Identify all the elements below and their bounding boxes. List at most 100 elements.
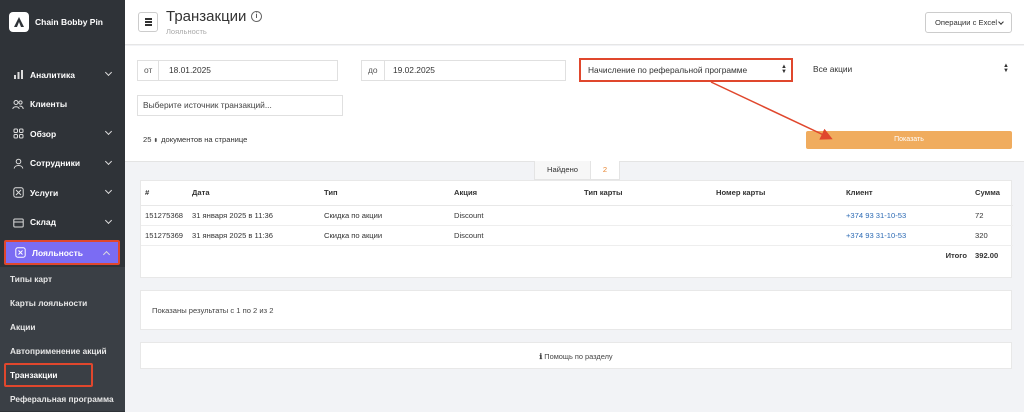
transactions-table: # Дата Тип Акция Тип карты Номер карты К… <box>141 181 1013 266</box>
column-header: Тип <box>320 181 450 206</box>
submenu-item-card-types[interactable]: Типы карт <box>0 267 125 291</box>
filters-panel: от 18.01.2025 до 19.02.2025 Начисление п… <box>125 46 1024 161</box>
chevron-up-icon <box>102 250 111 259</box>
column-header: Номер карты <box>712 181 842 206</box>
select-arrows-icon: ▲ ▼ <box>781 64 787 75</box>
sidebar-item-label: Склад <box>30 217 57 228</box>
date-from-field[interactable]: от 18.01.2025 <box>137 60 338 81</box>
help-text: Помощь по разделу <box>544 352 613 361</box>
cell-date: 31 января 2025 в 11:36 <box>188 225 320 246</box>
table-row[interactable]: 151275369 31 января 2025 в 11:36 Скидка … <box>141 225 1013 246</box>
select-arrows-icon: ▲ ▼ <box>1003 63 1009 74</box>
found-count: 2 <box>591 161 619 179</box>
chevron-down-icon <box>104 68 113 77</box>
column-header: # <box>141 181 188 206</box>
column-header: Дата <box>188 181 320 206</box>
select-arrows-icon: ⬍ <box>153 138 159 144</box>
cell-card-type <box>580 225 712 246</box>
cell-id: 151275368 <box>141 205 188 226</box>
chevron-down-icon <box>104 216 113 224</box>
transaction-source-input[interactable]: Выберите источник транзакций... <box>137 95 343 116</box>
loyalty-icon <box>14 247 26 259</box>
submenu-item-referral-program[interactable]: Реферальная программа <box>0 387 125 411</box>
sidebar-item-loyalty[interactable]: Лояльность <box>4 240 120 265</box>
column-header: Сумма <box>971 181 1013 206</box>
transaction-type-select[interactable]: Начисление по реферальной программе ▲ ▼ <box>579 58 793 82</box>
info-icon: ℹ <box>539 352 543 361</box>
help-link[interactable]: ℹ Помощь по разделу <box>140 342 1012 369</box>
date-to-field[interactable]: до 19.02.2025 <box>361 60 566 81</box>
info-icon[interactable]: i <box>251 11 262 22</box>
column-header: Тип карты <box>580 181 712 206</box>
transaction-type-value: Начисление по реферальной программе <box>588 65 748 75</box>
scissors-icon <box>12 187 24 199</box>
sidebar-item-staff[interactable]: Сотрудники <box>0 149 125 179</box>
grid-icon <box>12 128 24 140</box>
sidebar-item-overview[interactable]: Обзор <box>0 119 125 149</box>
chart-bar-icon <box>12 69 24 81</box>
cell-type: Скидка по акции <box>320 205 450 226</box>
transaction-source-placeholder: Выберите источник транзакций... <box>143 100 272 110</box>
brand[interactable]: Chain Bobby Pin <box>0 0 125 44</box>
submenu-item-loyalty-cards[interactable]: Карты лояльности <box>0 291 125 315</box>
show-button[interactable]: Показать <box>806 131 1012 149</box>
chevron-down-icon <box>104 186 113 195</box>
client-link[interactable]: +374 93 31-10-53 <box>842 225 971 246</box>
sidebar-item-label: Аналитика <box>30 69 75 80</box>
sidebar-item-warehouse[interactable]: Склад <box>0 208 125 238</box>
breadcrumb[interactable]: Лояльность <box>166 27 207 36</box>
logo-icon <box>9 12 29 32</box>
user-icon <box>12 157 24 169</box>
chevron-down-icon <box>104 127 113 136</box>
found-tab: Найдено 2 <box>534 161 620 180</box>
chevron-down-icon <box>998 19 1004 25</box>
sidebar-item-label: Услуги <box>30 187 59 198</box>
submenu-item-auto-promotions[interactable]: Автоприменение акций <box>0 339 125 363</box>
sidebar: Chain Bobby Pin Аналитика Клиенты Обзор … <box>0 0 125 412</box>
sidebar-item-label: Обзор <box>30 128 57 139</box>
found-label: Найдено <box>535 161 591 179</box>
cell-promotion: Discount <box>450 205 580 226</box>
results-text: Показаны результаты с 1 по 2 из 2 <box>152 306 274 315</box>
sidebar-item-label: Сотрудники <box>30 158 81 169</box>
date-from-label: от <box>138 61 160 80</box>
promotion-value: Все акции <box>813 64 853 74</box>
cell-id: 151275369 <box>141 225 188 246</box>
client-link[interactable]: +374 93 31-10-53 <box>842 205 971 226</box>
menu-toggle-button[interactable] <box>138 12 158 32</box>
cell-card-type <box>580 205 712 226</box>
excel-operations-label: Операции с Excel <box>935 18 998 27</box>
submenu-item-promotions[interactable]: Акции <box>0 315 125 339</box>
total-row: Итого 392.00 <box>141 245 1013 266</box>
cell-date: 31 января 2025 в 11:36 <box>188 205 320 226</box>
page-title: Транзакции <box>166 8 247 25</box>
per-page-selector[interactable]: 25 ⬍ документов на странице <box>143 135 247 144</box>
submenu-item-transactions[interactable]: Транзакции <box>4 363 93 387</box>
cell-type: Скидка по акции <box>320 225 450 246</box>
excel-operations-button[interactable]: Операции с Excel <box>925 12 1012 33</box>
sidebar-item-clients[interactable]: Клиенты <box>0 90 125 120</box>
promotion-select[interactable]: Все акции ▲ ▼ <box>806 60 1013 81</box>
sidebar-item-analytics[interactable]: Аналитика <box>0 60 125 90</box>
chevron-down-icon <box>104 157 113 165</box>
column-header: Акция <box>450 181 580 206</box>
main-content: Транзакции i Лояльность Операции с Excel… <box>125 0 1024 412</box>
cell-amount: 320 <box>971 225 1013 246</box>
total-label: Итого <box>945 251 967 261</box>
cell-promotion: Discount <box>450 225 580 246</box>
transactions-table-card: # Дата Тип Акция Тип карты Номер карты К… <box>140 180 1013 278</box>
total-value: 392.00 <box>975 251 999 261</box>
date-to-value: 19.02.2025 <box>393 65 435 75</box>
results-summary: Показаны результаты с 1 по 2 из 2 <box>140 290 1012 330</box>
sidebar-item-services[interactable]: Услуги <box>0 178 125 208</box>
column-header: Клиент <box>842 181 971 206</box>
sidebar-menu: Аналитика Клиенты Обзор Сотрудники Услуг… <box>0 60 125 411</box>
per-page-value: 25 <box>143 135 152 144</box>
sidebar-item-label: Клиенты <box>30 99 68 110</box>
cell-amount: 72 <box>971 205 1013 226</box>
per-page-label: документов на странице <box>161 135 248 144</box>
sidebar-item-label: Лояльность <box>32 247 83 258</box>
loyalty-submenu: Типы карт Карты лояльности Акции Автопри… <box>0 267 125 411</box>
cell-card-number <box>712 225 842 246</box>
table-row[interactable]: 151275368 31 января 2025 в 11:36 Скидка … <box>141 205 1013 226</box>
